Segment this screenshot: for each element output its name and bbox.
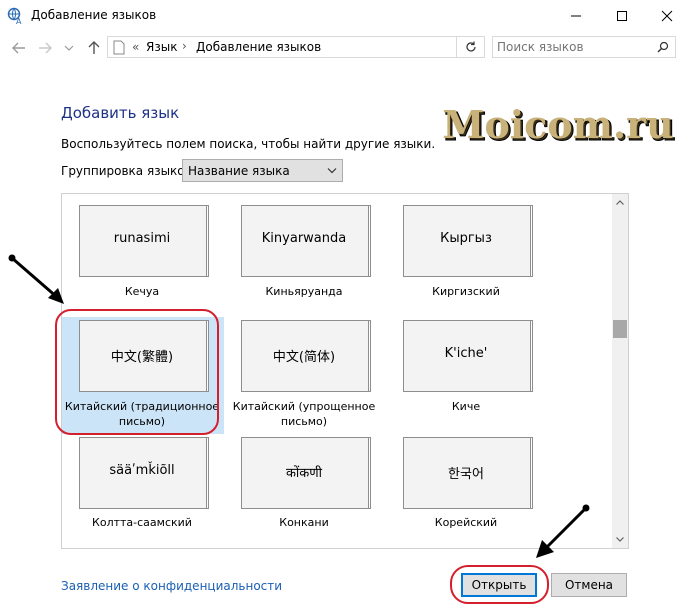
maximize-button[interactable] — [599, 0, 645, 31]
page-heading: Добавить язык — [61, 104, 180, 122]
language-native-name: 中文(简体) — [272, 350, 336, 365]
language-native-name: कोंकणी — [285, 466, 323, 481]
address-bar[interactable]: « Язык › Добавление языков — [107, 36, 485, 58]
annotation-arrow-icon — [8, 254, 64, 304]
breadcrumb-item-language[interactable]: Язык — [146, 40, 177, 54]
scrollbar-thumb[interactable] — [613, 320, 627, 338]
language-native-name: sääʹmǩiõll — [109, 463, 175, 478]
language-tile[interactable]: runasimi — [79, 205, 209, 277]
forward-arrow-icon[interactable] — [36, 39, 54, 57]
language-tile[interactable]: कोंकणी — [241, 437, 371, 509]
scroll-up-arrow-icon[interactable] — [612, 194, 628, 211]
grouping-label: Группировка языков: — [61, 164, 196, 178]
maximize-icon — [617, 10, 627, 21]
up-arrow-icon[interactable] — [85, 39, 103, 57]
refresh-icon — [465, 41, 476, 52]
moicom-watermark-logo: Moicom.ru Moicom.ru — [440, 98, 680, 154]
language-caption: Колтта-саамский — [92, 516, 192, 529]
language-native-name: K'iche' — [444, 346, 488, 361]
privacy-statement-link[interactable]: Заявление о конфиденциальности — [61, 579, 282, 593]
search-input[interactable] — [497, 38, 647, 56]
scroll-down-arrow-icon[interactable] — [612, 531, 628, 548]
breadcrumb-item-add-languages[interactable]: Добавление языков — [196, 40, 321, 54]
language-caption: Конкани — [279, 516, 329, 529]
grouping-dropdown-value: Название языка — [188, 164, 290, 178]
language-tile[interactable]: 中文(简体) — [241, 320, 371, 392]
language-native-name: 한국어 — [448, 467, 484, 482]
language-tile[interactable]: sääʹmǩiõll — [79, 437, 209, 509]
recent-dropdown-icon[interactable] — [60, 39, 78, 57]
refresh-button[interactable] — [456, 36, 484, 58]
annotation-circle-selected-language — [55, 309, 219, 435]
language-caption: Корейский — [434, 516, 498, 529]
window-title: Добавление языков — [31, 8, 157, 22]
language-caption: Китайский (упрощенное письмо) — [232, 400, 376, 428]
language-caption: Киче — [451, 400, 481, 413]
language-native-name: Kinyarwanda — [261, 231, 347, 246]
chevron-down-icon — [327, 163, 337, 178]
minimize-icon — [571, 15, 581, 16]
annotation-arrow-icon — [536, 504, 590, 558]
close-icon — [661, 10, 673, 21]
language-native-name: Кыргыз — [440, 231, 492, 246]
language-tile[interactable]: 한국어 — [403, 437, 533, 509]
grouping-dropdown[interactable]: Название языка — [182, 159, 343, 182]
language-app-icon: A — [7, 7, 25, 26]
language-caption: Киньяруанда — [265, 285, 343, 298]
svg-text:A: A — [16, 17, 22, 25]
cancel-button[interactable]: Отмена — [551, 573, 627, 597]
page-icon — [113, 40, 125, 55]
svg-text:Moicom.ru: Moicom.ru — [442, 102, 673, 147]
language-tile[interactable]: Кыргыз — [403, 205, 533, 277]
language-tile[interactable]: Kinyarwanda — [241, 205, 371, 277]
back-arrow-icon[interactable] — [10, 39, 28, 57]
close-button[interactable] — [644, 0, 690, 31]
annotation-circle-open-button — [450, 565, 549, 604]
vertical-scrollbar[interactable] — [612, 194, 628, 548]
search-icon[interactable] — [657, 41, 669, 53]
language-caption: Кечуа — [124, 285, 160, 298]
minimize-button[interactable] — [553, 0, 599, 31]
language-native-name: runasimi — [113, 231, 171, 246]
language-tile[interactable]: K'iche' — [403, 320, 533, 392]
page-description: Воспользуйтесь полем поиска, чтобы найти… — [61, 137, 436, 151]
breadcrumb-prefix: « — [132, 40, 140, 54]
language-caption: Киргизский — [432, 285, 500, 298]
breadcrumb-separator: › — [182, 39, 187, 53]
search-box[interactable] — [492, 36, 676, 58]
